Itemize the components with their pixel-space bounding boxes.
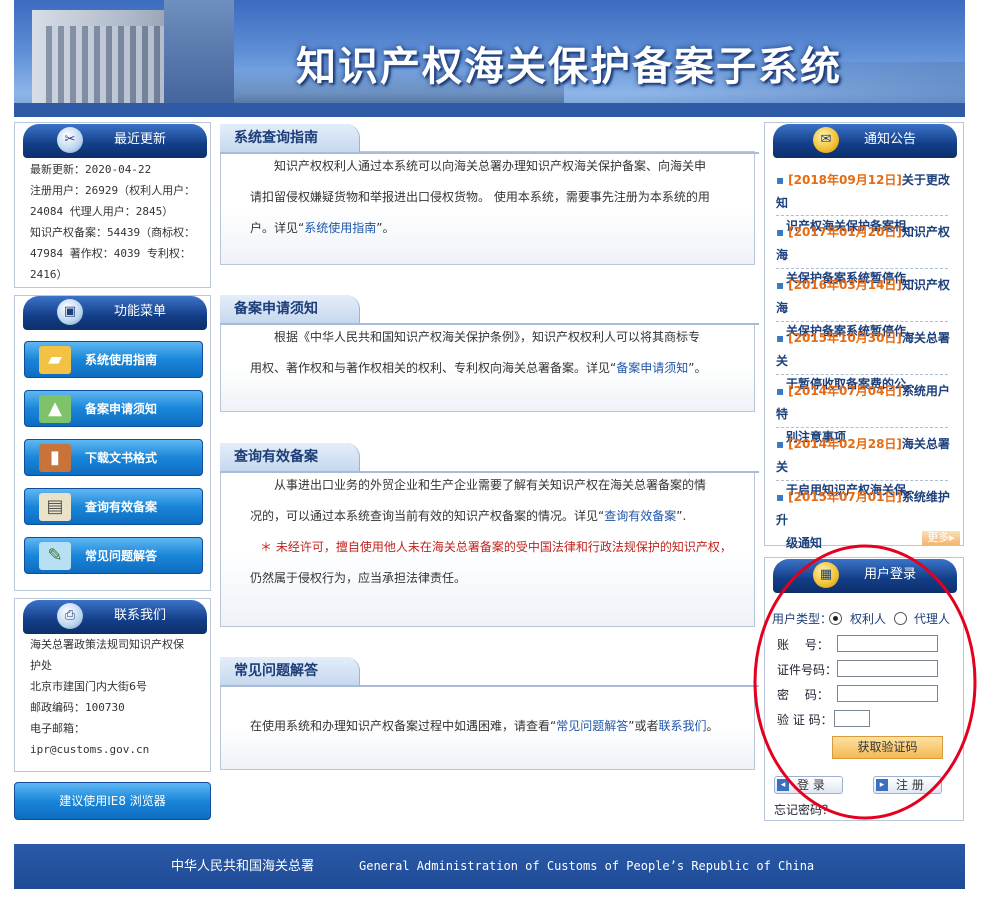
document-icon: ▤ [39, 493, 71, 521]
menu-item-label: 查询有效备案 [85, 489, 157, 525]
section-body: 从事进出口业务的外贸企业和生产企业需要了解有关知识产权在海关总署备案的情 况的，… [250, 470, 740, 594]
section-text: ”. [676, 509, 686, 523]
section-line: 知识产权权利人通过本系统可以向海关总署办理知识产权海关保护备案、向海关申 [250, 151, 740, 182]
sea-image [14, 103, 965, 117]
divider [776, 268, 948, 269]
section-text: ”。 [688, 361, 706, 375]
menu-item-label: 备案申请须知 [85, 391, 157, 427]
contact-line: 北京市建国门内大街6号 [30, 676, 184, 697]
contact-line: 护处 [30, 655, 184, 676]
section-title: 常见问题解答 [220, 657, 360, 685]
folder-icon: ▰ [39, 346, 71, 374]
tools-icon: ✂ [57, 127, 83, 153]
latest-update-header: ✂ 最近更新 [23, 124, 207, 158]
footer: 中华人民共和国海关总署 General Administration of Cu… [14, 844, 965, 889]
link-valid-records[interactable]: 查询有效备案 [604, 509, 676, 523]
link-apply-notice[interactable]: 备案申请须知 [616, 361, 688, 375]
function-menu-header: ▣ 功能菜单 [23, 296, 207, 330]
contact-line: 邮政编码：100730 [30, 697, 184, 718]
notice-title: 通知公告 [833, 124, 947, 156]
contact-email: ipr@customs.gov.cn [30, 739, 184, 760]
divider [776, 374, 948, 375]
latest-line: 最新更新：2020-04-22 [30, 159, 195, 180]
menu-item-label: 下载文书格式 [85, 440, 157, 476]
section-line: 况的，可以通过本系统查询当前有效的知识产权备案的情况。详见“ [250, 509, 604, 523]
notice-date: [2015年07月01日] [788, 490, 902, 504]
section-body: 在使用系统和办理知识产权备案过程中如遇困难，请查看“常见问题解答”或者联系我们。 [250, 711, 740, 742]
notice-date: [2017年01月20日] [788, 225, 902, 239]
menu-item-guide[interactable]: ▰ 系统使用指南 [24, 341, 203, 378]
latest-update-title: 最近更新 [83, 124, 197, 156]
menu-item-label: 系统使用指南 [85, 342, 157, 378]
divider [776, 480, 948, 481]
section-line: 用权、著作权和与著作权相关的权利、专利权向海关总署备案。详见“ [250, 361, 616, 375]
latest-line: 24084 代理人用户：2845） [30, 201, 195, 222]
menu-item-apply[interactable]: ▲ 备案申请须知 [24, 390, 203, 427]
link-contact[interactable]: 联系我们 [658, 719, 706, 733]
contact-header: ⎙ 联系我们 [23, 600, 207, 634]
function-menu-title: 功能菜单 [83, 296, 197, 328]
notice-date: [2014年02月28日] [788, 437, 902, 451]
pencil-icon: ✎ [39, 542, 71, 570]
section-title: 备案申请须知 [220, 295, 360, 323]
latest-line: 注册用户：26929（权利人用户： [30, 180, 195, 201]
notice-date: [2015年10月30日] [788, 331, 902, 345]
section-body: 知识产权权利人通过本系统可以向海关总署办理知识产权海关保护备案、向海关申 请扣留… [250, 151, 740, 244]
section-line: 请扣留侵权嫌疑货物和举报进出口侵权货物。 使用本系统，需要事先注册为本系统的用 [250, 182, 740, 213]
header-banner: 知识产权海关保护备案子系统 [14, 0, 965, 117]
section-text: ”或者 [628, 719, 658, 733]
footer-cn: 中华人民共和国海关总署 [171, 844, 314, 889]
notice-date: [2014年07月04日] [788, 384, 902, 398]
latest-line: 2416） [30, 264, 195, 285]
contact-text: 海关总署政策法规司知识产权保 护处 北京市建国门内大街6号 邮政编码：10073… [30, 634, 184, 760]
warning-text: ＊ 未经许可，擅自使用他人未在海关总署备案的受中国法律和行政法规保护的知识产权， [250, 532, 740, 563]
browser-tip-button[interactable]: 建议使用IE8 浏览器 [14, 782, 211, 820]
building-tower-image [164, 0, 234, 117]
annotation-circle [748, 542, 982, 824]
site-title: 知识产权海关保护备案子系统 [296, 34, 842, 92]
menu-item-faq[interactable]: ✎ 常见问题解答 [24, 537, 203, 574]
warning-text: 仍然属于侵权行为，应当承担法律责任。 [250, 563, 740, 594]
section-title: 系统查询指南 [220, 124, 360, 152]
notice-date: [2016年03月14日] [788, 278, 902, 292]
printer-icon: ⎙ [57, 603, 83, 629]
divider [776, 427, 948, 428]
divider [776, 215, 948, 216]
section-line: 在使用系统和办理知识产权备案过程中如遇困难，请查看“ [250, 719, 556, 733]
contact-line: 海关总署政策法规司知识产权保 [30, 634, 184, 655]
menu-item-query[interactable]: ▤ 查询有效备案 [24, 488, 203, 525]
section-line: 户。详见“ [250, 221, 304, 235]
section-line: 从事进出口业务的外贸企业和生产企业需要了解有关知识产权在海关总署备案的情 [250, 470, 740, 501]
latest-update-text: 最新更新：2020-04-22 注册用户：26929（权利人用户： 24084 … [30, 159, 195, 285]
book-icon: ▮ [39, 444, 71, 472]
section-text: ”。 [376, 221, 394, 235]
contact-title: 联系我们 [83, 600, 197, 632]
menu-item-download[interactable]: ▮ 下载文书格式 [24, 439, 203, 476]
footer-en: General Administration of Customs of Peo… [359, 844, 814, 889]
contact-line: 电子邮箱： [30, 718, 184, 739]
latest-line: 知识产权备案：54439（商标权： [30, 222, 195, 243]
menu-icon: ▣ [57, 299, 83, 325]
section-line: 根据《中华人民共和国知识产权海关保护条例》，知识产权权利人可以将其商标专 [250, 322, 740, 353]
divider [776, 321, 948, 322]
link-system-guide[interactable]: 系统使用指南 [304, 221, 376, 235]
image-icon: ▲ [39, 395, 71, 423]
section-body: 根据《中华人民共和国知识产权海关保护条例》，知识产权权利人可以将其商标专 用权、… [250, 322, 740, 384]
notice-header: ✉ 通知公告 [773, 124, 957, 158]
notice-date: [2018年09月12日] [788, 173, 902, 187]
latest-line: 47984 著作权：4039 专利权： [30, 243, 195, 264]
section-title: 查询有效备案 [220, 443, 360, 471]
menu-item-label: 常见问题解答 [85, 538, 157, 574]
link-faq[interactable]: 常见问题解答 [556, 719, 628, 733]
section-text: 。 [706, 719, 718, 733]
